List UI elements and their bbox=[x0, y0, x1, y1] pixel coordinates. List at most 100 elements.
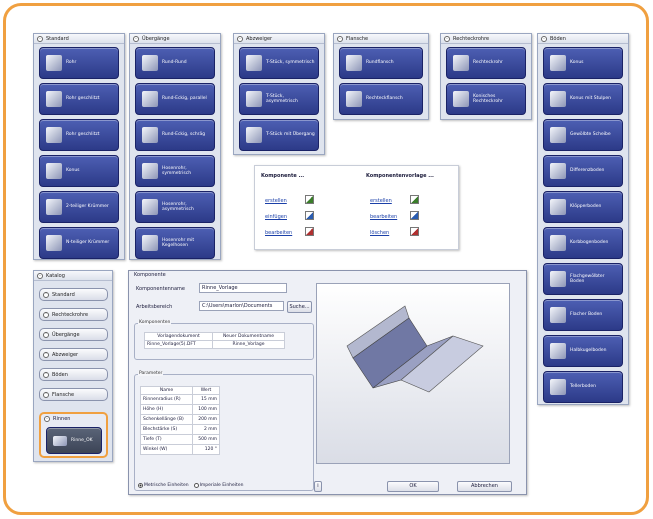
panel-header[interactable]: - Standard bbox=[34, 34, 124, 44]
gutter-preview bbox=[346, 305, 484, 393]
katalog-item-uebergaenge[interactable]: ˅ Übergänge bbox=[39, 328, 108, 341]
cell: Rinne_Vorlage bbox=[212, 340, 285, 349]
tile-flacher-boden[interactable]: Flacher Boden bbox=[543, 299, 623, 331]
collapse-icon[interactable]: - bbox=[44, 416, 50, 422]
component-dialog: Komponente Komponentenname Rinne_Vorlage… bbox=[128, 270, 527, 495]
tile-label: Rohr geschlitzt bbox=[66, 96, 100, 102]
component-bearbeiten-icon[interactable] bbox=[305, 227, 314, 236]
document-loeschen-icon[interactable] bbox=[410, 227, 419, 236]
table-row[interactable]: Blechstärke (S) 2 mm bbox=[140, 424, 220, 435]
collapse-icon[interactable]: - bbox=[133, 35, 139, 42]
document-bearbeiten-icon[interactable] bbox=[410, 211, 419, 220]
tile-2-teiliger-kruemmer[interactable]: 2-teiliger Krümmer bbox=[39, 191, 119, 223]
tile-hosenrohr-mit-kegelhosen[interactable]: Hosenrohr mit Kegelhosen bbox=[135, 227, 215, 259]
tile-rechteckrohr[interactable]: Rechteckrohr bbox=[446, 47, 526, 79]
component-name-input[interactable]: Rinne_Vorlage bbox=[199, 283, 287, 293]
tile-konus[interactable]: Konus bbox=[39, 155, 119, 187]
info-button[interactable]: i bbox=[314, 481, 322, 492]
tile-rechteckflansch[interactable]: Rechteckflansch bbox=[339, 83, 423, 115]
link-komponente-einfuegen[interactable]: einfügen bbox=[265, 214, 287, 220]
name-label: Komponentenname bbox=[136, 286, 185, 292]
component-erstellen-icon[interactable] bbox=[305, 195, 314, 204]
table-row[interactable]: Schenkellänge (B) 200 mm bbox=[140, 414, 220, 425]
collapse-icon[interactable]: - bbox=[337, 35, 343, 42]
tile-rohr-geschlitzt[interactable]: Rohr geschlitzt bbox=[39, 119, 119, 151]
collapse-icon[interactable]: - bbox=[37, 35, 43, 42]
panel-header[interactable]: - Flansche bbox=[334, 34, 428, 44]
workspace-input[interactable]: C:\Users\marlon\Documents bbox=[199, 301, 284, 311]
cell[interactable]: 15 mm bbox=[192, 394, 220, 405]
tile-t-stueck-mit-uebergang[interactable]: T-Stück mit Übergang bbox=[239, 119, 319, 151]
tile-rund-eckig-schraeg[interactable]: Rund-Eckig, schräg bbox=[135, 119, 215, 151]
tile-rohr-geschlitzt[interactable]: Rohr geschlitzt bbox=[39, 83, 119, 115]
tile-tellerboden[interactable]: Tellerboden bbox=[543, 371, 623, 403]
radio-metric[interactable]: Metrische Einheiten bbox=[138, 483, 189, 488]
component-icon bbox=[550, 55, 566, 71]
cell[interactable]: 200 mm bbox=[192, 414, 220, 425]
tile-t-stueck-symmetrisch[interactable]: T-Stück, symmetrisch bbox=[239, 47, 319, 79]
tile-konus[interactable]: Konus bbox=[543, 47, 623, 79]
radio-imperial[interactable]: Imperiale Einheiten bbox=[193, 483, 243, 488]
component-icon bbox=[46, 199, 62, 215]
ok-button[interactable]: OK bbox=[387, 481, 439, 492]
link-komponente-erstellen[interactable]: erstellen bbox=[265, 198, 287, 204]
preview-viewport[interactable] bbox=[316, 283, 510, 464]
cancel-button[interactable]: Abbrechen bbox=[457, 481, 512, 492]
cell[interactable]: 2 mm bbox=[192, 424, 220, 435]
table-row[interactable]: Winkel (W) 120 ° bbox=[140, 444, 220, 455]
table-row[interactable]: Rinnenradius (R) 15 mm bbox=[140, 394, 220, 405]
collapse-icon[interactable]: - bbox=[237, 35, 243, 42]
component-icon bbox=[246, 91, 262, 107]
tile-rund-rund[interactable]: Rund-Rund bbox=[135, 47, 215, 79]
cell[interactable]: 100 mm bbox=[192, 404, 220, 415]
tile-halbkugelboden[interactable]: Halbkugelboden bbox=[543, 335, 623, 367]
tile-label: Differenzboden bbox=[570, 168, 605, 174]
tile-label: Rinne_OK bbox=[71, 437, 93, 443]
tile-korbbogenboden[interactable]: Korbbogenboden bbox=[543, 227, 623, 259]
tile-label: T-Stück mit Übergang bbox=[266, 132, 315, 138]
tile-rohr[interactable]: Rohr bbox=[39, 47, 119, 79]
table-row[interactable]: Höhe (H) 100 mm bbox=[140, 404, 220, 415]
collapse-icon[interactable]: - bbox=[444, 35, 450, 42]
tile-label: T-Stück, symmetrisch bbox=[266, 60, 315, 66]
component-icon bbox=[46, 55, 62, 71]
browse-button[interactable]: Suche... bbox=[287, 301, 312, 313]
panel-header[interactable]: - Rechteckrohre bbox=[441, 34, 531, 44]
tile-konus-mit-stulpen[interactable]: Konus mit Stulpen bbox=[543, 83, 623, 115]
component-icon bbox=[550, 307, 566, 323]
tile-gewoelbte-scheibe[interactable]: Gewölbte Scheibe bbox=[543, 119, 623, 151]
panel-header[interactable]: - Böden bbox=[538, 34, 628, 44]
katalog-item-flansche[interactable]: ˅ Flansche bbox=[39, 388, 108, 401]
panel-header[interactable]: - Abzweiger bbox=[234, 34, 324, 44]
collapse-icon[interactable]: - bbox=[37, 272, 43, 279]
tile-label: Rund-Rund bbox=[162, 60, 187, 66]
tile-rundflansch[interactable]: Rundflansch bbox=[339, 47, 423, 79]
table-row[interactable]: Tiefe (T) 500 mm bbox=[140, 434, 220, 445]
link-vorlage-bearbeiten[interactable]: bearbeiten bbox=[370, 214, 397, 220]
table-row[interactable]: Rinne_Vorlage(5).DFT Rinne_Vorlage bbox=[144, 340, 285, 349]
cell[interactable]: 120 ° bbox=[192, 444, 220, 455]
component-einfuegen-icon[interactable] bbox=[305, 211, 314, 220]
katalog-item-standard[interactable]: ˅ Standard bbox=[39, 288, 108, 301]
cell[interactable]: 500 mm bbox=[192, 434, 220, 445]
link-vorlage-loeschen[interactable]: löschen bbox=[370, 230, 389, 236]
tile-differenzboden[interactable]: Differenzboden bbox=[543, 155, 623, 187]
link-vorlage-erstellen[interactable]: erstellen bbox=[370, 198, 392, 204]
tile-konisches-rechteckrohr[interactable]: Konisches Rechteckrohr bbox=[446, 83, 526, 115]
tile-t-stueck-asymmetrisch[interactable]: T-Stück, asymmetrisch bbox=[239, 83, 319, 115]
panel-header[interactable]: - Katalog bbox=[34, 271, 112, 281]
katalog-item-abzweiger[interactable]: ˅ Abzweiger bbox=[39, 348, 108, 361]
panel-header[interactable]: - Übergänge bbox=[130, 34, 220, 44]
tile-hosenrohr-symmetrisch[interactable]: Hosenrohr, symmetrisch bbox=[135, 155, 215, 187]
tile-flachgewoelbter-boden[interactable]: Flachgewölbter Boden bbox=[543, 263, 623, 295]
tile-n-teiliger-kruemmer[interactable]: N-teiliger Krümmer bbox=[39, 227, 119, 259]
link-komponente-bearbeiten[interactable]: bearbeiten bbox=[265, 230, 292, 236]
tile-rund-eckig-parallel[interactable]: Rund-Eckig, parallel bbox=[135, 83, 215, 115]
tile-hosenrohr-asymmetrisch[interactable]: Hosenrohr, asymmetrisch bbox=[135, 191, 215, 223]
collapse-icon[interactable]: - bbox=[541, 35, 547, 42]
katalog-item-rechteckrohre[interactable]: ˅ Rechteckrohre bbox=[39, 308, 108, 321]
katalog-item-boeden[interactable]: ˅ Böden bbox=[39, 368, 108, 381]
document-erstellen-icon[interactable] bbox=[410, 195, 419, 204]
tile-rinne-ok[interactable]: Rinne_OK bbox=[46, 427, 102, 454]
tile-kloepperboden[interactable]: Klöpperboden bbox=[543, 191, 623, 223]
